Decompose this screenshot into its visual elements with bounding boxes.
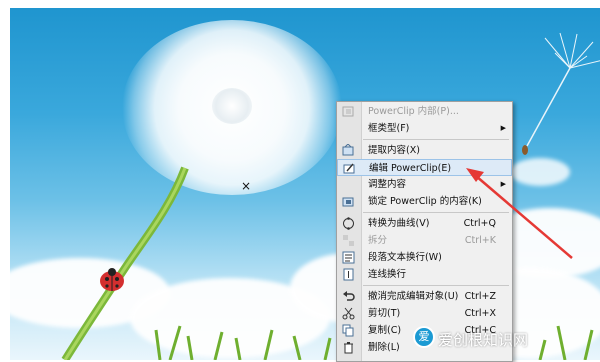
menu-item-shortcut: Ctrl+Z: [464, 291, 496, 302]
ladybug-icon: [100, 268, 124, 291]
edit-icon: [343, 163, 355, 174]
menu-separator: [363, 285, 509, 286]
undo-icon: [343, 291, 355, 301]
menu-item-label: 剪切(T): [368, 308, 401, 319]
menu-item-link-wrap[interactable]: 连线换行: [337, 266, 512, 283]
menu-item-lock-contents[interactable]: 锁定 PowerClip 的内容(K): [337, 193, 512, 210]
delete-icon: [344, 342, 353, 354]
menu-item-label: 连线换行: [368, 269, 407, 280]
menu-item-label: 提取内容(X): [368, 145, 420, 156]
menu-item-shortcut: Ctrl+X: [464, 308, 496, 319]
menu-item-label: 编辑 PowerClip(E): [369, 163, 452, 174]
menu-item-break-apart[interactable]: 拆分 Ctrl+K: [337, 232, 512, 249]
menu-item-shortcut: Ctrl+Q: [463, 218, 496, 229]
curve-icon: [343, 217, 354, 230]
menu-item-powerclip-inside[interactable]: PowerClip 内部(P)...: [337, 103, 512, 120]
menu-item-extract-contents[interactable]: 提取内容(X): [337, 142, 512, 159]
link-wrap-icon: [343, 268, 354, 281]
menu-item-edit-powerclip[interactable]: 编辑 PowerClip(E): [337, 159, 512, 176]
submenu-arrow-icon: ▶: [500, 180, 506, 188]
submenu-arrow-icon: ▶: [500, 124, 506, 132]
split-icon: [343, 235, 354, 246]
menu-item-label: 撤消完成编辑对象(U): [368, 291, 459, 302]
flying-seed-icon: [522, 32, 600, 155]
menu-item-shortcut: Ctrl+K: [464, 235, 496, 246]
menu-item-adjust-contents[interactable]: 调整内容 ▶: [337, 176, 512, 193]
wrap-icon: [342, 251, 355, 264]
menu-item-label: PowerClip 内部(P)...: [368, 106, 459, 117]
extract-icon: [342, 144, 354, 156]
menu-item-label: 复制(C): [368, 325, 402, 336]
cut-icon: [342, 307, 355, 320]
menu-item-label: 拆分: [368, 235, 388, 246]
menu-item-label: 段落文本换行(W): [368, 252, 442, 263]
menu-item-paragraph-wrap[interactable]: 段落文本换行(W): [337, 249, 512, 266]
watermark-logo-icon: 爱: [413, 326, 435, 348]
lock-icon: [342, 197, 354, 207]
menu-item-frame-type[interactable]: 框类型(F) ▶: [337, 120, 512, 137]
menu-item-label: 调整内容: [368, 179, 407, 190]
context-menu: PowerClip 内部(P)... 框类型(F) ▶ 提取内容(X) 编辑 P…: [336, 101, 513, 362]
menu-item-cut[interactable]: 剪切(T) Ctrl+X: [337, 305, 512, 322]
copy-icon: [342, 324, 354, 337]
menu-item-label: 转换为曲线(V): [368, 218, 430, 229]
menu-separator: [363, 212, 509, 213]
menu-item-undo[interactable]: 撤消完成编辑对象(U) Ctrl+Z: [337, 288, 512, 305]
cursor-cross-icon: ×: [241, 179, 252, 193]
menu-item-label: 框类型(F): [368, 123, 410, 134]
watermark-text: 爱创根知识网: [438, 331, 529, 349]
powerclip-icon: [342, 106, 354, 117]
menu-separator: [363, 139, 509, 140]
menu-item-label: 删除(L): [368, 342, 400, 353]
menu-item-label: 锁定 PowerClip 的内容(K): [368, 196, 482, 207]
menu-item-convert-to-curves[interactable]: 转换为曲线(V) Ctrl+Q: [337, 215, 512, 232]
